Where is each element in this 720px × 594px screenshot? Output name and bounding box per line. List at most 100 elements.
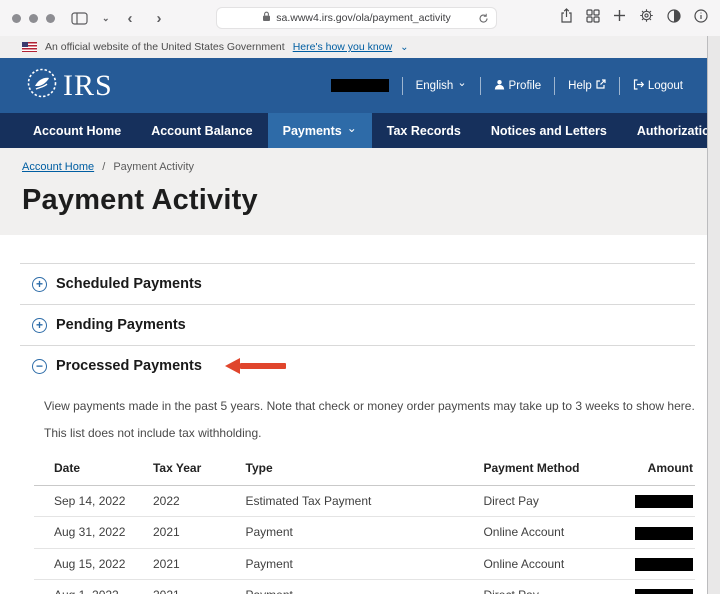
header-divider	[554, 76, 556, 95]
forward-button[interactable]: ›	[153, 11, 166, 26]
cell-date: Sep 14, 2022	[34, 485, 153, 518]
table-row: Aug 1, 2022 2021 Payment Direct Pay	[34, 579, 695, 594]
collapse-icon: −	[32, 358, 47, 374]
cell-payment-method: Direct Pay	[483, 485, 610, 518]
share-icon[interactable]	[560, 8, 573, 28]
window-close-button[interactable]	[12, 13, 21, 23]
cell-amount	[609, 548, 695, 580]
lock-icon	[262, 11, 271, 25]
sidebar-chevron-icon[interactable]: ⌄	[98, 13, 114, 23]
cell-type: Payment	[245, 579, 484, 594]
col-header-payment-method: Payment Method	[483, 455, 610, 486]
cell-amount	[609, 516, 695, 549]
cell-amount	[609, 579, 695, 594]
chevron-down-icon: ⌄	[400, 41, 409, 53]
accordion-scheduled-payments[interactable]: + Scheduled Payments	[20, 263, 695, 304]
extensions-gear-icon[interactable]	[639, 8, 654, 28]
help-link[interactable]: Help	[568, 79, 606, 92]
accordion-label: Processed Payments	[56, 358, 202, 374]
cell-tax-year: 2022	[152, 485, 246, 518]
chevron-down-icon: ⌄	[457, 77, 467, 90]
cell-date: Aug 1, 2022	[34, 579, 153, 594]
accordion-pending-payments[interactable]: + Pending Payments	[20, 304, 695, 345]
cell-tax-year: 2021	[152, 548, 246, 580]
payments-table: Date Tax Year Type Payment Method Amount…	[34, 455, 695, 594]
redacted-amount	[635, 495, 693, 509]
table-row: Aug 15, 2022 2021 Payment Online Account	[34, 548, 695, 580]
page-title: Payment Activity	[22, 184, 258, 216]
breadcrumb-current: Payment Activity	[113, 161, 195, 173]
sidebar-icon[interactable]	[71, 11, 88, 25]
nav-item-account-home[interactable]: Account Home	[18, 113, 136, 148]
table-row: Aug 31, 2022 2021 Payment Online Account	[34, 516, 695, 549]
accordion-label: Pending Payments	[56, 317, 186, 333]
us-flag-icon	[22, 42, 37, 52]
address-bar[interactable]: sa.www4.irs.gov/ola/payment_activity	[216, 7, 497, 29]
header-divider	[479, 76, 481, 95]
window-zoom-button[interactable]	[46, 13, 55, 23]
page-content: + Scheduled Payments + Pending Payments …	[0, 235, 707, 594]
logout-link[interactable]: Logout	[633, 78, 683, 93]
chevron-down-icon: ⌄	[346, 121, 357, 136]
screenshot-root: ⌄ ‹ › sa.www4.irs.gov/ola/payment_activi…	[0, 0, 720, 594]
cell-payment-method: Online Account	[483, 548, 610, 580]
irs-eagle-emblem-icon	[24, 65, 60, 106]
profile-link[interactable]: Profile	[494, 79, 542, 93]
language-label: English	[415, 79, 454, 92]
browser-toolbar: ⌄ ‹ › sa.www4.irs.gov/ola/payment_activi…	[0, 0, 720, 36]
main-nav: Account Home Account Balance Payments ⌄ …	[0, 113, 720, 148]
nav-item-tax-records[interactable]: Tax Records	[372, 113, 476, 148]
info-icon[interactable]	[694, 8, 708, 28]
cell-date: Aug 15, 2022	[34, 548, 153, 580]
header-divider	[401, 76, 403, 95]
cell-tax-year: 2021	[152, 516, 246, 549]
breadcrumb-home-link[interactable]: Account Home	[22, 161, 94, 173]
window-minimize-button[interactable]	[29, 13, 38, 23]
window-controls[interactable]	[12, 13, 55, 23]
table-row: Sep 14, 2022 2022 Estimated Tax Payment …	[34, 485, 695, 518]
refresh-icon[interactable]	[478, 13, 489, 27]
breadcrumb: Account Home / Payment Activity	[22, 161, 683, 173]
cell-payment-method: Online Account	[483, 516, 610, 549]
redacted-amount	[635, 557, 693, 571]
external-link-icon	[596, 79, 606, 92]
accordion-label: Scheduled Payments	[56, 276, 202, 292]
expand-icon: +	[32, 276, 47, 292]
accordion-processed-payments[interactable]: − Processed Payments	[20, 345, 695, 386]
profile-label: Profile	[508, 79, 542, 92]
url-text: sa.www4.irs.gov/ola/payment_activity	[276, 12, 451, 24]
gov-banner-text: An official website of the United States…	[45, 41, 285, 53]
breadcrumb-separator: /	[102, 161, 106, 173]
back-button[interactable]: ‹	[124, 11, 137, 26]
processed-note: This list does not include tax withholdi…	[44, 426, 262, 440]
irs-logo-text: IRS	[63, 68, 113, 102]
nav-item-notices-letters[interactable]: Notices and Letters	[476, 113, 622, 148]
tab-overview-icon[interactable]	[586, 8, 600, 28]
cell-tax-year: 2021	[152, 579, 246, 594]
how-you-know-link[interactable]: Here's how you know	[293, 41, 392, 53]
usa-gov-banner: An official website of the United States…	[0, 36, 707, 58]
table-header-row: Date Tax Year Type Payment Method Amount	[34, 455, 695, 486]
webpage: An official website of the United States…	[0, 36, 720, 594]
nav-item-account-balance[interactable]: Account Balance	[136, 113, 267, 148]
expand-icon: +	[32, 317, 47, 333]
cell-type: Payment	[245, 516, 484, 549]
irs-logo[interactable]: IRS	[24, 65, 113, 106]
col-header-tax-year: Tax Year	[152, 455, 246, 486]
language-dropdown[interactable]: English ⌄	[415, 77, 467, 92]
logout-icon	[633, 78, 644, 93]
cell-type: Payment	[245, 548, 484, 580]
nav-item-authorizations[interactable]: Authorizations	[622, 113, 720, 148]
annotation-arrow-icon	[224, 358, 286, 374]
cell-type: Estimated Tax Payment	[245, 485, 484, 518]
nav-item-payments[interactable]: Payments ⌄	[267, 113, 372, 148]
new-tab-icon[interactable]	[613, 9, 626, 27]
redacted-amount	[635, 526, 693, 540]
person-icon	[494, 79, 505, 93]
processed-payments-section: View payments made in the past 5 years. …	[20, 399, 695, 440]
col-header-date: Date	[34, 455, 153, 486]
cell-date: Aug 31, 2022	[34, 516, 153, 549]
contrast-icon[interactable]	[667, 8, 681, 28]
help-label: Help	[568, 79, 592, 92]
redacted-amount	[635, 589, 693, 594]
